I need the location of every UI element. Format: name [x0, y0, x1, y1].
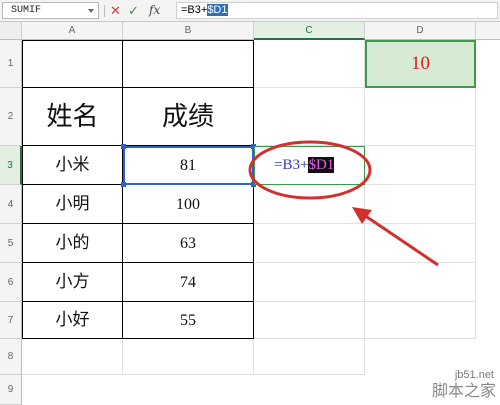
select-all-corner[interactable] [0, 22, 22, 40]
cell-c6[interactable] [254, 263, 365, 302]
row-header-8[interactable]: 8 [0, 339, 22, 375]
row-header-4[interactable]: 4 [0, 185, 22, 224]
column-header-a[interactable]: A [22, 22, 123, 40]
formula-prefix: =B3+ [181, 4, 208, 16]
cell-b4[interactable]: 100 [123, 185, 254, 224]
header-score-cell[interactable]: 成绩 [123, 88, 254, 146]
chevron-down-icon[interactable] [88, 9, 94, 13]
cell-a6[interactable]: 小方 [22, 263, 123, 302]
cell-d7[interactable] [365, 302, 476, 339]
row-header-1[interactable]: 1 [0, 40, 22, 88]
row-header-5[interactable]: 5 [0, 224, 22, 263]
cell-c4[interactable] [254, 185, 365, 224]
c3-formula-text: =B3+$D1 [274, 155, 335, 175]
cell-b8[interactable] [123, 339, 254, 375]
selection-handle[interactable] [121, 182, 126, 187]
cell-d5[interactable] [365, 224, 476, 263]
cell-d1[interactable]: 10 [365, 40, 476, 88]
column-header-e[interactable] [476, 22, 500, 40]
row-header-7[interactable]: 7 [0, 302, 22, 339]
row-header-9[interactable]: 9 [0, 375, 22, 405]
cell-a7[interactable]: 小好 [22, 302, 123, 339]
column-header-c[interactable]: C [254, 22, 365, 40]
x-icon[interactable]: ✕ [110, 2, 121, 19]
column-header-b[interactable]: B [123, 22, 254, 40]
name-box-value: SUMIF [11, 5, 42, 16]
c3-formula-reference: $D1 [308, 157, 335, 173]
formula-bar: SUMIF ✕ ✓ fx =B3+$D1 [0, 0, 500, 22]
cell-c1[interactable] [254, 40, 365, 88]
row-header-6[interactable]: 6 [0, 263, 22, 302]
cell-d2[interactable] [365, 88, 476, 146]
header-name-cell[interactable]: 姓名 [22, 88, 123, 146]
cell-a3[interactable]: 小米 [22, 146, 123, 185]
cell-a1[interactable] [22, 40, 123, 88]
cell-a8[interactable] [22, 339, 123, 375]
row-header-2[interactable]: 2 [0, 88, 22, 146]
cell-c2[interactable] [254, 88, 365, 146]
cell-a5[interactable]: 小的 [22, 224, 123, 263]
c3-formula-prefix: =B3+ [274, 157, 309, 173]
cell-a4[interactable]: 小明 [22, 185, 123, 224]
column-header-d[interactable]: D [365, 22, 476, 40]
b3-reference-box [123, 146, 254, 185]
cell-d4[interactable] [365, 185, 476, 224]
cell-b6[interactable]: 74 [123, 263, 254, 302]
cell-d6[interactable] [365, 263, 476, 302]
cell-b1[interactable] [123, 40, 254, 88]
selection-handle[interactable] [121, 144, 126, 149]
name-box[interactable]: SUMIF [2, 2, 99, 19]
separator [104, 5, 105, 17]
cell-c5[interactable] [254, 224, 365, 263]
cell-c7[interactable] [254, 302, 365, 339]
row-header-3[interactable]: 3 [0, 146, 22, 185]
cell-b7[interactable]: 55 [123, 302, 254, 339]
fx-icon[interactable]: fx [149, 2, 160, 19]
cell-d3[interactable] [365, 146, 476, 185]
cell-b5[interactable]: 63 [123, 224, 254, 263]
formula-reference: $D1 [207, 4, 228, 16]
cell-c8[interactable] [254, 339, 365, 375]
check-icon[interactable]: ✓ [128, 2, 139, 19]
watermark-brand: 脚本之家 [431, 381, 496, 400]
formula-input[interactable]: =B3+$D1 [176, 2, 498, 19]
